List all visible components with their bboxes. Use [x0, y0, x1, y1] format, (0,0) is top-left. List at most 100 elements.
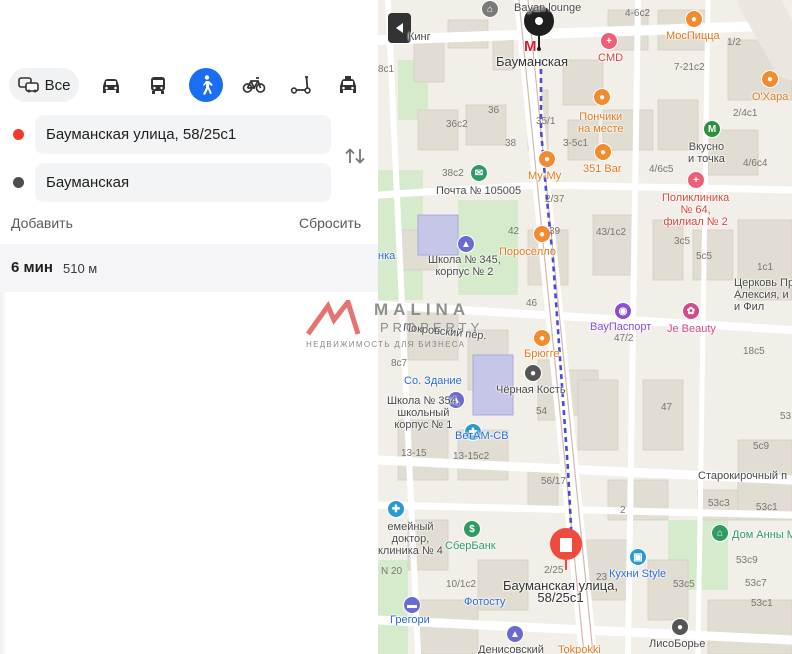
map-label-ponchiki: Пончики на месте — [578, 111, 624, 135]
route-end-dot — [13, 177, 24, 188]
house-number: 53c3 — [708, 498, 730, 509]
map-label-vaupasport: ВауПаспорт — [590, 321, 652, 333]
house-number: 2/37 — [545, 194, 565, 205]
map-label-sozdanie: Со. Здание — [404, 375, 462, 387]
house-number: 10/1c2 — [446, 579, 477, 590]
map-label-mospizza: МосПицца — [666, 30, 720, 42]
mode-car-button[interactable] — [94, 68, 128, 102]
route-duration: 6 мин — [11, 259, 53, 276]
medical-icon[interactable]: + — [600, 32, 618, 50]
house-number: 56/17 — [541, 476, 567, 487]
map-label-mumu: Му-Му — [528, 170, 562, 182]
bar-icon[interactable]: ● — [594, 143, 612, 161]
house-number: 4/6c4 — [743, 158, 768, 169]
school-icon-3[interactable]: ▲ — [506, 625, 524, 643]
clinic-icon[interactable]: ✚ — [387, 500, 405, 518]
house-number: 43/1c2 — [596, 227, 627, 238]
map-label-tserkov: Церковь Пр Алексия, и и Фил — [734, 277, 792, 313]
map-label-sberbank: СберБанк — [445, 540, 496, 552]
map-label-denisovsky: Денисовский — [478, 644, 544, 654]
house-number: N 20 — [381, 566, 403, 577]
route-from-field[interactable]: Бауманская улица, 58/25с1 — [35, 115, 331, 154]
fastfood-icon[interactable]: M — [703, 120, 721, 138]
house-number: 3c5 — [674, 236, 691, 247]
mode-all-button[interactable]: Все — [9, 68, 79, 102]
mode-taxi-button[interactable] — [331, 68, 365, 102]
house-number: 8c7 — [391, 358, 408, 369]
chevron-left-icon — [395, 23, 403, 33]
map-label-dom-anny: Дом Анны М — [732, 529, 792, 541]
house-number: 38 — [505, 138, 517, 149]
restaurant-icon[interactable]: ● — [538, 150, 556, 168]
house-number: 54 — [536, 406, 548, 417]
shop-icon[interactable]: ● — [671, 618, 689, 636]
bank-icon[interactable]: $ — [463, 520, 481, 538]
transport-mode-bar: Все — [9, 68, 369, 102]
cafe-icon[interactable]: ● — [761, 70, 779, 88]
reset-route-button[interactable]: Сбросить — [299, 215, 361, 231]
photo-icon[interactable]: ◉ — [614, 302, 632, 320]
bar-icon-2[interactable]: ● — [524, 364, 542, 382]
map-label-tokpokki: Tokpokki — [558, 644, 601, 654]
hospital-icon[interactable]: + — [687, 171, 705, 189]
house-number: 42 — [508, 226, 520, 237]
beauty-icon[interactable]: ✿ — [682, 302, 700, 320]
map-label-vetam: ВетАМ-СВ — [455, 430, 509, 442]
mode-bus-button[interactable] — [141, 68, 175, 102]
route-start-dot — [13, 129, 24, 140]
house-number: 35/1 — [536, 116, 556, 127]
house-number: 47 — [661, 402, 673, 413]
map-label-cmd: CMD — [598, 52, 624, 64]
map-label-school345: Школа № 345, корпус № 2 — [428, 254, 501, 278]
map-label-bayan: Bayan lounge — [514, 2, 582, 14]
map-label-semeyny: емейный доктор, клиника № 4 — [378, 521, 443, 557]
map-label-king: Кинг — [408, 31, 431, 43]
house-number: 5c9 — [753, 441, 770, 452]
house-icon[interactable]: ⌂ — [711, 524, 729, 542]
map-label-okhara: О'Хара — [752, 91, 789, 103]
map-label-poroselo: Поросёлло — [499, 246, 556, 258]
coffee-icon[interactable]: ● — [593, 88, 611, 106]
mail-icon[interactable]: ✉ — [470, 164, 488, 182]
house-number: 53c9 — [736, 555, 758, 566]
bed-icon[interactable]: ▬ — [403, 596, 421, 614]
mode-all-label: Все — [44, 76, 71, 94]
bicycle-icon — [242, 77, 266, 93]
map-label-gregori: Грегори — [390, 614, 430, 626]
metro-icon: M — [524, 38, 537, 55]
house-number: 36c2 — [446, 119, 468, 130]
pizza-icon[interactable]: ● — [685, 10, 703, 28]
bus-icon — [151, 77, 165, 94]
furniture-icon[interactable]: ▣ — [629, 548, 647, 566]
map-label-poliklinika: Поликлиника № 64, филиал № 2 — [662, 192, 730, 228]
route-result-item[interactable]: 6 мин 510 м — [0, 244, 378, 292]
map-label-linka: нка — [378, 250, 396, 262]
house-number: 53c1 — [756, 502, 778, 513]
house-number: 53 — [780, 411, 792, 422]
route-to-field[interactable]: Бауманская — [35, 163, 331, 202]
mode-scooter-button[interactable] — [284, 68, 318, 102]
map-label-fotostudio: Фотосту — [464, 596, 506, 608]
school-icon[interactable]: ▲ — [457, 235, 475, 253]
map-label-station: Бауманская — [496, 54, 569, 69]
pedestrian-icon — [203, 75, 213, 95]
mode-bicycle-button[interactable] — [237, 68, 271, 102]
house-number: 1/2 — [727, 37, 741, 48]
car-icon — [103, 79, 119, 93]
mode-pedestrian-button[interactable] — [189, 68, 223, 102]
house-number: 38c2 — [442, 168, 464, 179]
house-number: 2/4c1 — [733, 108, 758, 119]
house-number: 13-15 — [401, 448, 427, 459]
house-number: 8c1 — [378, 64, 395, 75]
map-label-starokirochny: Старокирочный п — [698, 470, 788, 482]
panel-divider — [0, 292, 7, 654]
taxi-icon — [340, 76, 356, 93]
house-number: 4-6c2 — [625, 8, 651, 19]
swap-route-icon[interactable] — [344, 146, 366, 166]
pub-icon[interactable]: ● — [533, 329, 551, 347]
map-label-lisoborye: ЛисоБорье — [649, 638, 706, 650]
poi-pin[interactable]: ⌂ — [481, 0, 499, 18]
add-waypoint-button[interactable]: Добавить — [11, 215, 73, 231]
map-label-351bar: 351 Bar — [583, 163, 622, 175]
map-view[interactable]: M ⌂ + ● ● ● M ● ● ✉ + ● ▲ ◉ ✿ ● ● ▲ ✚ ✚ … — [378, 0, 792, 654]
